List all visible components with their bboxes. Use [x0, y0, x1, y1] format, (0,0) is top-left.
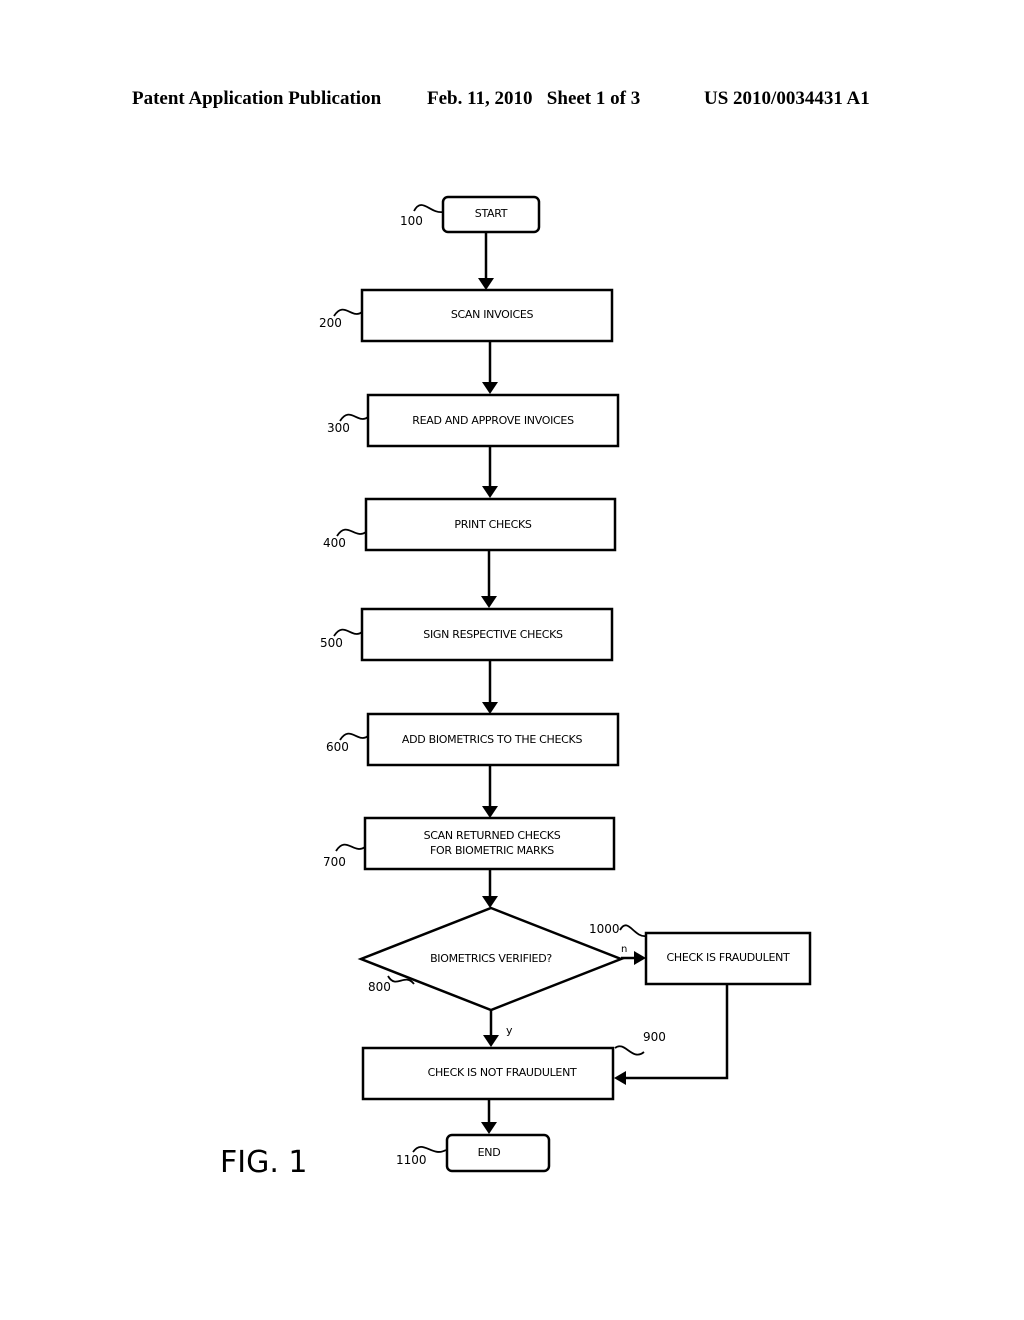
scan-returned-label-line1: SCAN RETURNED CHECKS — [424, 829, 561, 842]
arrowhead — [481, 1122, 497, 1134]
arrowhead — [483, 1035, 499, 1047]
ref-leader — [413, 204, 444, 213]
scan-returned-label-line2: FOR BIOMETRIC MARKS — [430, 844, 554, 857]
end-label: END — [478, 1146, 501, 1159]
decision-label: BIOMETRICS VERIFIED? — [430, 952, 552, 965]
arrowhead — [478, 278, 494, 290]
ref-600: 600 — [326, 740, 349, 754]
no-branch-label: n — [621, 944, 627, 955]
step-decision: BIOMETRICS VERIFIED? 800 — [357, 906, 625, 1012]
yes-branch-label: y — [506, 1024, 513, 1037]
step-end: END 1100 — [396, 1133, 551, 1173]
ref-800: 800 — [368, 980, 391, 994]
ref-1000: 1000 — [589, 922, 620, 936]
ref-200: 200 — [319, 316, 342, 330]
ref-leader — [335, 843, 366, 852]
step-read-approve: READ AND APPROVE INVOICES 300 — [327, 393, 620, 448]
arrowhead — [482, 382, 498, 394]
add-biometrics-label: ADD BIOMETRICS TO THE CHECKS — [402, 733, 583, 746]
print-checks-label: PRINT CHECKS — [454, 518, 531, 531]
arrowhead — [634, 951, 646, 965]
ref-leader — [614, 1045, 645, 1056]
ref-100: 100 — [400, 214, 423, 228]
flowchart: START 100 SCAN INVOICES 200 READ AND APP… — [220, 195, 812, 1180]
not-fraudulent-label: CHECK IS NOT FRAUDULENT — [428, 1066, 577, 1079]
ref-900: 900 — [643, 1030, 666, 1044]
arrowhead — [481, 596, 497, 608]
fraudulent-label: CHECK IS FRAUDULENT — [667, 951, 791, 964]
step-scan-returned: SCAN RETURNED CHECKS FOR BIOMETRIC MARKS… — [323, 816, 616, 871]
step-start: START 100 — [400, 195, 541, 234]
ref-300: 300 — [327, 421, 350, 435]
step-not-fraudulent: CHECK IS NOT FRAUDULENT 900 — [361, 1030, 666, 1101]
ref-400: 400 — [323, 536, 346, 550]
read-approve-label: READ AND APPROVE INVOICES — [412, 414, 574, 427]
connector-fraudulent-return — [625, 984, 729, 1080]
step-add-biometrics: ADD BIOMETRICS TO THE CHECKS 600 — [326, 712, 620, 767]
arrowhead — [482, 896, 498, 908]
ref-1100: 1100 — [396, 1153, 427, 1167]
start-label: START — [475, 207, 508, 220]
ref-500: 500 — [320, 636, 343, 650]
arrowhead — [482, 702, 498, 714]
step-scan-invoices: SCAN INVOICES 200 — [319, 288, 614, 343]
ref-leader — [412, 1146, 447, 1153]
figure-label: FIG. 1 — [220, 1145, 308, 1180]
step-print-checks: PRINT CHECKS 400 — [323, 497, 617, 552]
sign-checks-label: SIGN RESPECTIVE CHECKS — [423, 628, 563, 641]
step-sign-checks: SIGN RESPECTIVE CHECKS 500 — [320, 607, 614, 662]
arrowhead — [482, 486, 498, 498]
ref-leader — [619, 924, 647, 937]
arrowhead — [482, 806, 498, 818]
arrowhead — [614, 1071, 626, 1085]
ref-700: 700 — [323, 855, 346, 869]
scan-invoices-label: SCAN INVOICES — [451, 308, 534, 321]
